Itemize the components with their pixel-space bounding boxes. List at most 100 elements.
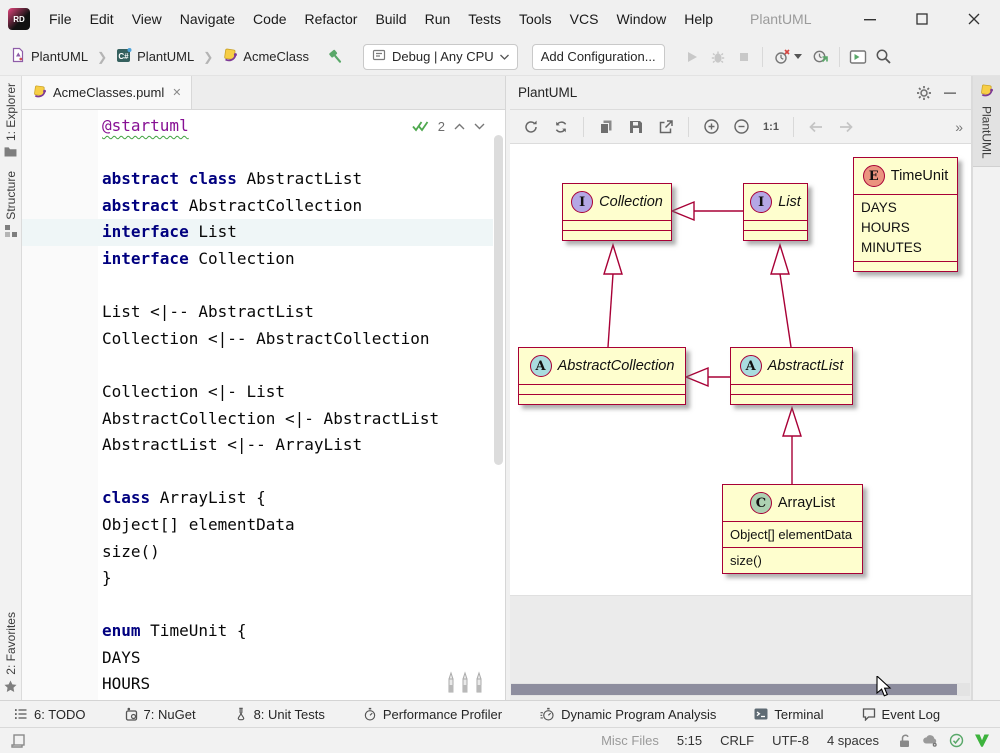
code-line-16[interactable]: Object[] elementData (22, 512, 493, 539)
menu-item-code[interactable]: Code (244, 0, 295, 38)
uml-class-arraylist[interactable]: C ArrayList Object[] elementData size() (722, 484, 863, 574)
close-tab-icon[interactable]: ✕ (172, 86, 181, 99)
code-line-15[interactable]: class ArrayList { (22, 485, 493, 512)
reload-all-icon[interactable] (548, 115, 574, 139)
save-diagram-icon[interactable] (623, 115, 649, 139)
code-line-7[interactable] (22, 273, 493, 300)
code-line-20[interactable]: enum TimeUnit { (22, 618, 493, 645)
debug-button[interactable] (705, 44, 731, 70)
breadcrumb-file[interactable]: AcmeClass (243, 49, 309, 64)
editor-scrollbar[interactable] (494, 135, 503, 465)
code-line-21[interactable]: DAYS (22, 645, 493, 672)
uml-enum-timeunit[interactable]: E TimeUnit DAYS HOURS MINUTES (853, 157, 958, 272)
code-line-11[interactable]: Collection <|- List (22, 379, 493, 406)
profile-run-icon[interactable] (808, 44, 834, 70)
toolwindow-terminal[interactable]: Terminal (754, 707, 824, 722)
run-anything-icon[interactable] (845, 44, 871, 70)
menu-item-tools[interactable]: Tools (510, 0, 561, 38)
sidebar-item-explorer[interactable]: 1: Explorer (4, 76, 18, 164)
code-line-13[interactable]: AbstractList <|-- ArrayList (22, 432, 493, 459)
code-line-8[interactable]: List <|-- AbstractList (22, 299, 493, 326)
run-configuration-select[interactable]: Debug | Any CPU (363, 43, 518, 70)
inspections-widget[interactable]: 2 (407, 117, 489, 136)
menu-item-help[interactable]: Help (675, 0, 722, 38)
code-line-2[interactable] (22, 140, 493, 167)
menu-item-view[interactable]: View (123, 0, 171, 38)
toolwindow-nuget[interactable]: 7: NuGet (124, 707, 196, 722)
code-line-22[interactable]: HOURS (22, 671, 493, 698)
code-line-9[interactable]: Collection <|-- AbstractCollection (22, 326, 493, 353)
status-encoding[interactable]: UTF-8 (772, 733, 809, 748)
menu-item-tests[interactable]: Tests (459, 0, 510, 38)
toolwindow-dynamic-program-analysis[interactable]: Dynamic Program Analysis (540, 707, 716, 722)
profiler-button[interactable] (768, 44, 808, 70)
back-icon[interactable] (803, 115, 829, 139)
sidebar-item-plantuml[interactable]: PlantUML (972, 76, 1000, 167)
toolwindow-unit-tests[interactable]: 8: Unit Tests (234, 707, 325, 722)
code-line-18[interactable]: } (22, 565, 493, 592)
actual-size-button[interactable]: 1:1 (758, 115, 784, 139)
inspections-status-icon[interactable] (949, 733, 964, 748)
code-line-17[interactable]: size() (22, 539, 493, 566)
code-line-14[interactable] (22, 459, 493, 486)
build-hammer-icon[interactable] (323, 44, 349, 70)
zoom-out-icon[interactable] (728, 115, 754, 139)
status-caret-position[interactable]: 5:15 (677, 733, 702, 748)
toolwindow-toggle-icon[interactable] (10, 733, 26, 749)
code-line-10[interactable] (22, 352, 493, 379)
next-warning-icon[interactable] (474, 123, 485, 130)
uml-class-collection[interactable]: I Collection (562, 183, 672, 241)
more-actions-icon[interactable]: » (955, 119, 963, 135)
menu-item-build[interactable]: Build (366, 0, 415, 38)
zoom-in-icon[interactable] (698, 115, 724, 139)
menu-item-run[interactable]: Run (416, 0, 460, 38)
toolwindow-performance-profiler[interactable]: Performance Profiler (363, 707, 502, 722)
status-indent[interactable]: 4 spaces (827, 733, 879, 748)
prev-warning-icon[interactable] (454, 123, 465, 130)
solution-analysis-icon[interactable] (974, 733, 990, 748)
sidebar-item-favorites[interactable]: 2: Favorites (4, 605, 18, 700)
code-text[interactable]: @startuml abstract class AbstractList abs… (22, 113, 493, 698)
cloud-settings-icon[interactable] (922, 733, 939, 748)
menu-item-navigate[interactable]: Navigate (171, 0, 244, 38)
sidebar-item-structure[interactable]: Structure (4, 164, 18, 244)
maximize-button[interactable] (896, 0, 948, 38)
code-editor[interactable]: @startuml abstract class AbstractList abs… (22, 110, 505, 700)
menu-item-file[interactable]: File (40, 0, 81, 38)
gear-icon[interactable] (911, 81, 937, 105)
lock-icon[interactable] (897, 733, 912, 748)
uml-class-abstractlist[interactable]: A AbstractList (730, 347, 853, 405)
menu-item-window[interactable]: Window (607, 0, 675, 38)
code-line-4[interactable]: abstract AbstractCollection (22, 193, 493, 220)
toolwindow-todo[interactable]: 6: TODO (14, 707, 86, 722)
code-line-3[interactable]: abstract class AbstractList (22, 166, 493, 193)
code-line-6[interactable]: interface Collection (22, 246, 493, 273)
uml-class-list[interactable]: I List (743, 183, 808, 241)
editor-tab-acmeclasses[interactable]: AcmeClasses.puml ✕ (22, 76, 193, 109)
stop-button[interactable] (731, 44, 757, 70)
export-diagram-icon[interactable] (653, 115, 679, 139)
copy-diagram-icon[interactable] (593, 115, 619, 139)
status-context[interactable]: Misc Files (601, 733, 659, 748)
add-configuration-button[interactable]: Add Configuration... (531, 43, 665, 70)
breadcrumb-project[interactable]: PlantUML (137, 49, 194, 64)
menu-item-edit[interactable]: Edit (81, 0, 123, 38)
uml-diagram-canvas[interactable]: I Collection I List E TimeUnit DAYS HOURS M… (510, 144, 971, 596)
run-button[interactable] (679, 44, 705, 70)
breadcrumb-solution[interactable]: PlantUML (31, 49, 88, 64)
toolwindow-event-log[interactable]: Event Log (862, 707, 940, 722)
code-line-12[interactable]: AbstractCollection <|- AbstractList (22, 406, 493, 433)
menu-item-refactor[interactable]: Refactor (296, 0, 367, 38)
minimize-button[interactable] (844, 0, 896, 38)
hide-panel-icon[interactable] (937, 81, 963, 105)
search-everywhere-icon[interactable] (871, 44, 897, 70)
uml-class-abstractcollection[interactable]: A AbstractCollection (518, 347, 686, 405)
menu-item-vcs[interactable]: VCS (561, 0, 608, 38)
refresh-icon[interactable] (518, 115, 544, 139)
forward-icon[interactable] (833, 115, 859, 139)
close-button[interactable] (948, 0, 1000, 38)
status-line-separator[interactable]: CRLF (720, 733, 754, 748)
code-line-5[interactable]: interface List (22, 219, 493, 246)
horizontal-scrollbar[interactable] (511, 683, 970, 696)
code-line-19[interactable] (22, 592, 493, 619)
